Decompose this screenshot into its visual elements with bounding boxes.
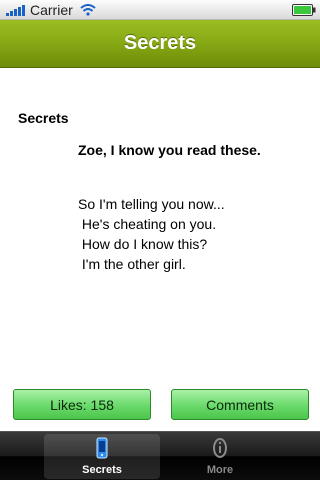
phone-icon — [96, 437, 108, 459]
signal-icon — [6, 5, 25, 16]
info-icon — [213, 438, 227, 458]
page-title: Secrets — [123, 32, 197, 54]
tab-secrets[interactable]: Secrets — [44, 434, 160, 479]
battery-icon — [292, 4, 316, 16]
tab-bar: Secrets More — [0, 431, 320, 480]
likes-button[interactable]: Likes: 158 — [13, 389, 151, 420]
secret-body: So I'm telling you now... He's cheating … — [78, 194, 225, 274]
status-bar: Carrier — [0, 0, 320, 20]
comments-button[interactable]: Comments — [171, 389, 309, 420]
wifi-icon — [80, 4, 96, 16]
secret-body-line: He's cheating on you. — [78, 216, 217, 232]
tab-label: Secrets — [82, 464, 122, 476]
secret-body-line: So I'm telling you now... — [78, 196, 225, 212]
tab-label: More — [206, 464, 234, 476]
section-title: Secrets — [18, 110, 69, 126]
carrier-label: Carrier — [30, 2, 73, 18]
secret-body-line: How do I know this? — [78, 236, 208, 252]
secret-body-line: I'm the other girl. — [78, 256, 186, 272]
navigation-bar: Secrets — [0, 20, 320, 68]
tab-more[interactable]: More — [162, 434, 278, 479]
secret-headline: Zoe, I know you read these. — [78, 142, 261, 158]
